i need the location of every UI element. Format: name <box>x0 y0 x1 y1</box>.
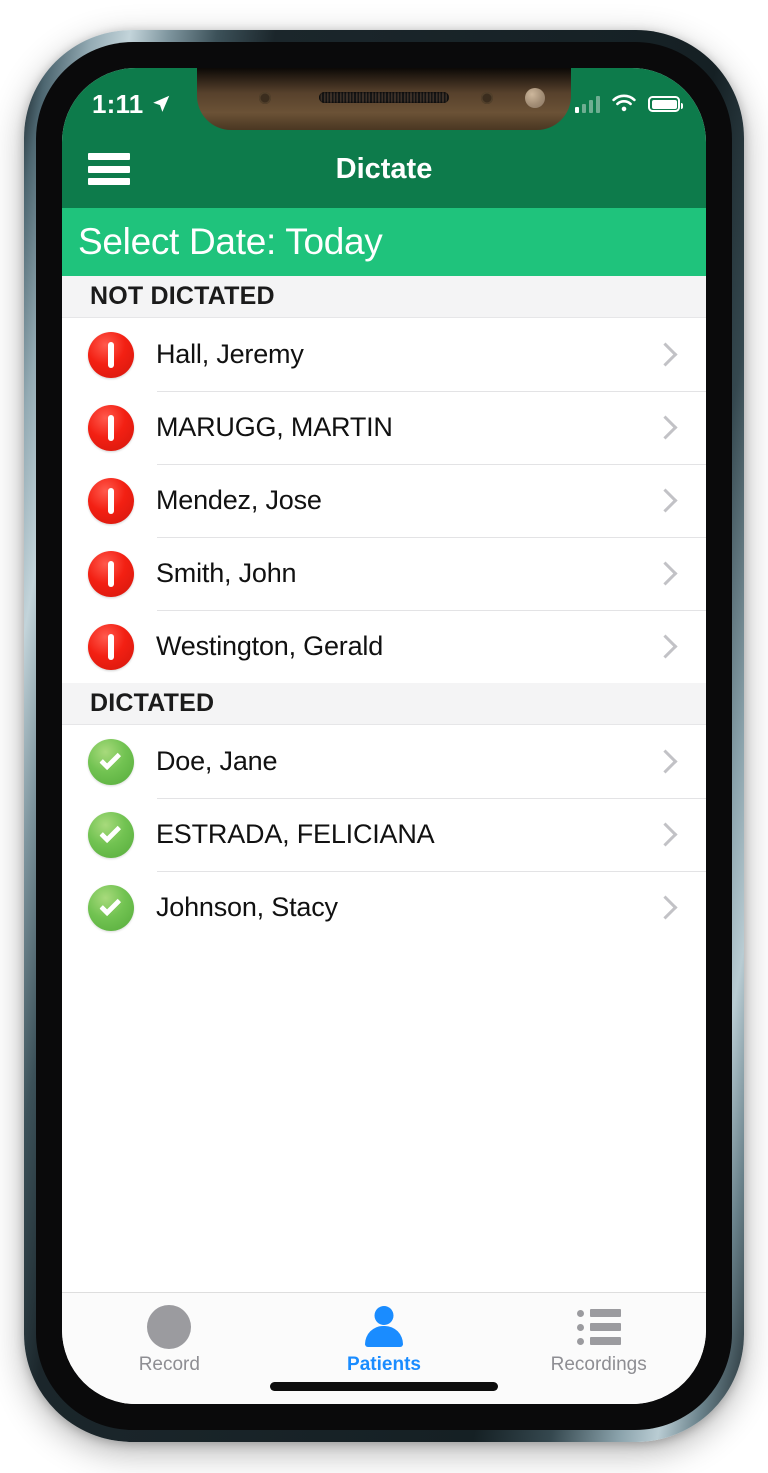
tab-patients[interactable]: Patients <box>277 1293 492 1376</box>
patient-name: Westington, Gerald <box>156 631 384 661</box>
tab-record[interactable]: Record <box>62 1293 277 1376</box>
patient-name: Mendez, Jose <box>156 485 322 515</box>
patient-name: Hall, Jeremy <box>156 339 304 369</box>
patient-list[interactable]: NOT DICTATED Hall, Jeremy MARUGG, MARTIN <box>62 276 706 1292</box>
front-camera-icon <box>525 88 545 108</box>
phone-screen: 1:11 Dictate Select Date: Today NOT DICT… <box>62 68 706 1404</box>
battery-full-icon <box>648 96 683 112</box>
section-header-label: DICTATED <box>90 689 215 717</box>
tab-label: Record <box>138 1354 200 1375</box>
cellular-signal-icon <box>574 95 600 113</box>
navigation-bar: Dictate <box>62 130 706 208</box>
screenshot-canvas: 1:11 Dictate Select Date: Today NOT DICT… <box>0 0 768 1473</box>
chevron-right-icon <box>653 561 678 586</box>
patient-name: ESTRADA, FELICIANA <box>156 819 435 849</box>
chevron-right-icon <box>653 415 678 440</box>
check-circle-icon <box>88 738 134 785</box>
proximity-sensor-icon <box>259 92 271 104</box>
ambient-light-sensor-icon <box>481 92 493 104</box>
status-time: 1:11 <box>92 88 144 119</box>
chevron-right-icon <box>653 895 678 920</box>
patient-name: Smith, John <box>156 558 297 588</box>
table-row[interactable]: Hall, Jeremy <box>62 318 706 391</box>
alert-exclamation-icon <box>88 477 134 524</box>
alert-exclamation-icon <box>88 623 134 670</box>
chevron-right-icon <box>653 822 678 847</box>
tab-recordings[interactable]: Recordings <box>491 1293 706 1376</box>
select-date-label: Select Date: Today <box>78 221 383 262</box>
page-title: Dictate <box>335 152 433 185</box>
patient-name: MARUGG, MARTIN <box>156 412 393 442</box>
status-bar-left: 1:11 <box>92 79 172 120</box>
table-row[interactable]: ESTRADA, FELICIANA <box>62 798 706 871</box>
earpiece-speaker-icon <box>319 92 449 103</box>
check-circle-icon <box>88 811 134 858</box>
chevron-right-icon <box>653 634 678 659</box>
tab-label: Patients <box>347 1354 421 1375</box>
table-row[interactable]: MARUGG, MARTIN <box>62 391 706 464</box>
chevron-right-icon <box>653 488 678 513</box>
patient-name: Johnson, Stacy <box>156 892 338 922</box>
person-icon <box>362 1304 406 1350</box>
section-header-not-dictated: NOT DICTATED <box>62 276 706 318</box>
alert-exclamation-icon <box>88 331 134 378</box>
table-row[interactable]: Smith, John <box>62 537 706 610</box>
select-date-bar[interactable]: Select Date: Today <box>62 208 706 276</box>
chevron-right-icon <box>653 342 678 367</box>
patient-name: Doe, Jane <box>156 746 278 776</box>
table-row[interactable]: Westington, Gerald <box>62 610 706 683</box>
check-circle-icon <box>88 884 134 931</box>
device-notch <box>197 68 571 130</box>
table-row[interactable]: Mendez, Jose <box>62 464 706 537</box>
list-bullet-icon <box>576 1304 621 1350</box>
hamburger-menu-icon[interactable] <box>88 153 130 185</box>
phone-device-frame: 1:11 Dictate Select Date: Today NOT DICT… <box>24 30 744 1442</box>
section-header-label: NOT DICTATED <box>90 282 275 310</box>
home-indicator[interactable] <box>270 1382 498 1391</box>
location-arrow-icon <box>153 95 170 112</box>
alert-exclamation-icon <box>88 550 134 597</box>
table-row[interactable]: Johnson, Stacy <box>62 871 706 944</box>
alert-exclamation-icon <box>88 404 134 451</box>
chevron-right-icon <box>653 749 678 774</box>
phone-bezel: 1:11 Dictate Select Date: Today NOT DICT… <box>36 42 732 1430</box>
section-header-dictated: DICTATED <box>62 683 706 725</box>
table-row[interactable]: Doe, Jane <box>62 725 706 798</box>
tab-label: Recordings <box>550 1354 647 1375</box>
record-circle-icon <box>147 1304 192 1350</box>
wifi-icon <box>612 94 636 112</box>
status-bar-right <box>574 84 683 114</box>
